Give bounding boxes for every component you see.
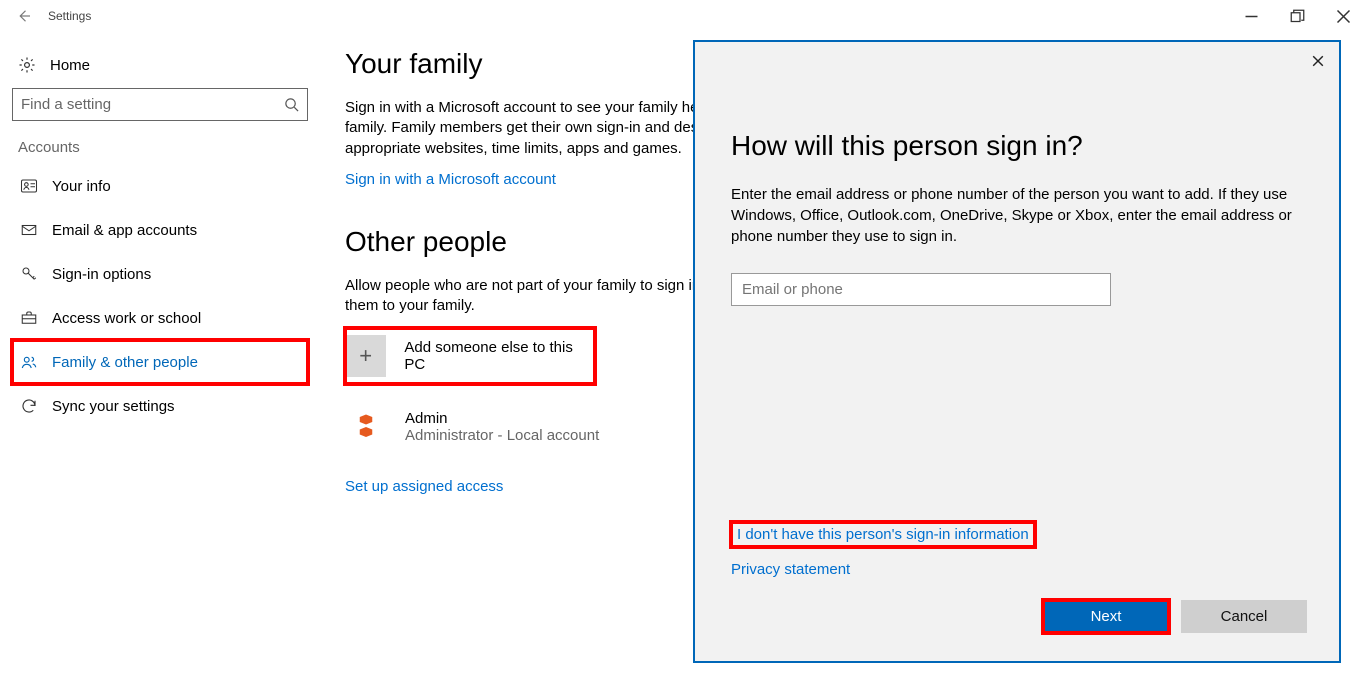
sidebar-item-label: Your info bbox=[52, 178, 111, 195]
add-person-dialog: How will this person sign in? Enter the … bbox=[693, 40, 1341, 663]
sidebar-item-email-accounts[interactable]: Email & app accounts bbox=[12, 208, 308, 252]
admin-name: Admin bbox=[405, 410, 599, 427]
sidebar-item-label: Sign-in options bbox=[52, 266, 151, 283]
dialog-body: How will this person sign in? Enter the … bbox=[731, 130, 1303, 306]
people-icon bbox=[20, 353, 38, 371]
titlebar: Settings bbox=[0, 0, 1366, 32]
sign-in-link[interactable]: Sign in with a Microsoft account bbox=[345, 171, 556, 188]
sidebar-item-label: Email & app accounts bbox=[52, 222, 197, 239]
cancel-button[interactable]: Cancel bbox=[1181, 600, 1307, 633]
admin-subtitle: Administrator - Local account bbox=[405, 427, 599, 444]
plus-icon: + bbox=[345, 335, 386, 377]
sidebar-item-label: Sync your settings bbox=[52, 398, 175, 415]
briefcase-icon bbox=[20, 309, 38, 327]
add-person-label: Add someone else to this PC bbox=[404, 339, 595, 373]
window-controls bbox=[1228, 0, 1366, 32]
search-icon bbox=[284, 97, 299, 112]
dialog-description: Enter the email address or phone number … bbox=[731, 184, 1303, 247]
dialog-buttons: Next Cancel bbox=[1043, 600, 1307, 633]
sidebar-item-label: Family & other people bbox=[52, 354, 198, 371]
key-icon bbox=[20, 265, 38, 283]
minimize-icon bbox=[1244, 9, 1259, 24]
sidebar-item-signin-options[interactable]: Sign-in options bbox=[12, 252, 308, 296]
dialog-close-button[interactable] bbox=[1303, 46, 1333, 76]
dialog-heading: How will this person sign in? bbox=[731, 130, 1303, 162]
window-title: Settings bbox=[48, 9, 91, 23]
no-signin-info-link[interactable]: I don't have this person's sign-in infor… bbox=[731, 522, 1035, 547]
sidebar-home[interactable]: Home bbox=[12, 50, 310, 88]
maximize-icon bbox=[1290, 9, 1305, 24]
add-person-button[interactable]: + Add someone else to this PC bbox=[345, 328, 595, 384]
back-button[interactable] bbox=[0, 0, 48, 32]
sidebar-item-sync-settings[interactable]: Sync your settings bbox=[12, 384, 308, 428]
sync-icon bbox=[20, 397, 38, 415]
sidebar-item-work-school[interactable]: Access work or school bbox=[12, 296, 308, 340]
sidebar: Home Find a setting Accounts Your info bbox=[0, 40, 310, 428]
next-button[interactable]: Next bbox=[1043, 600, 1169, 633]
close-icon bbox=[1312, 55, 1324, 67]
sidebar-item-your-info[interactable]: Your info bbox=[12, 164, 308, 208]
admin-avatar-icon bbox=[345, 406, 387, 448]
search-input[interactable]: Find a setting bbox=[12, 88, 308, 121]
sidebar-item-family-people[interactable]: Family & other people bbox=[12, 340, 308, 384]
email-phone-input[interactable] bbox=[731, 273, 1111, 306]
privacy-statement-link[interactable]: Privacy statement bbox=[731, 561, 850, 578]
dialog-links: I don't have this person's sign-in infor… bbox=[731, 522, 1035, 578]
arrow-left-icon bbox=[15, 7, 33, 25]
sidebar-category: Accounts bbox=[12, 121, 310, 164]
sidebar-item-label: Access work or school bbox=[52, 310, 201, 327]
sidebar-home-label: Home bbox=[50, 57, 90, 74]
close-window-button[interactable] bbox=[1320, 0, 1366, 32]
assigned-access-link[interactable]: Set up assigned access bbox=[345, 478, 503, 495]
gear-icon bbox=[18, 56, 36, 74]
close-icon bbox=[1336, 9, 1351, 24]
search-placeholder: Find a setting bbox=[21, 96, 111, 113]
person-card-icon bbox=[20, 177, 38, 195]
maximize-button[interactable] bbox=[1274, 0, 1320, 32]
settings-window: Settings Home bbox=[0, 0, 1366, 689]
mail-icon bbox=[20, 221, 38, 239]
minimize-button[interactable] bbox=[1228, 0, 1274, 32]
